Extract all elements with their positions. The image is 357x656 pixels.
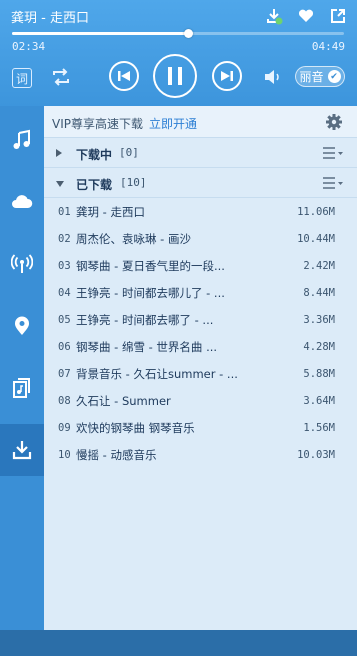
song-number: 09 [58,421,71,434]
song-name: 欢快的钢琴曲 钢琴音乐 [76,420,195,435]
collapse-arrow-icon [56,181,64,187]
song-size: 4.28M [303,340,335,353]
download-panel: VIP尊享高速下载 立即开通 下载中 [0] 已下载 [10] 01 龚玥 - 走… [44,106,357,630]
song-number: 02 [58,232,71,245]
song-size: 3.64M [303,394,335,407]
bottom-bar [0,630,357,656]
song-number: 10 [58,448,71,461]
song-row[interactable]: 06 钢琴曲 - 绵雪 - 世界名曲 ... 4.28M [44,333,357,360]
section-label: 下载中 [76,148,113,162]
sidebar-item-music[interactable] [0,114,44,166]
song-size: 8.44M [303,286,335,299]
song-row[interactable]: 07 背景音乐 - 久石让summer - ... 5.88M [44,360,357,387]
song-row[interactable]: 01 龚玥 - 走西口 11.06M [44,198,357,225]
player-header: 龚玥 - 走西口 02:34 04:49 词 丽音 ✔ [0,0,357,106]
song-number: 06 [58,340,71,353]
song-size: 3.36M [303,313,335,326]
song-row[interactable]: 08 久石让 - Summer 3.64M [44,387,357,414]
next-button[interactable] [212,61,242,91]
song-row[interactable]: 03 钢琴曲 - 夏日香气里的一段... 2.42M [44,252,357,279]
song-name: 慢摇 - 动感音乐 [76,447,157,462]
song-number: 01 [58,205,71,218]
sidebar-item-location[interactable] [0,300,44,352]
song-row[interactable]: 02 周杰伦、袁咏琳 - 画沙 10.44M [44,225,357,252]
section-downloading[interactable]: 下载中 [0] [44,138,357,168]
song-name: 周杰伦、袁咏琳 - 画沙 [76,231,191,246]
share-icon[interactable] [329,7,347,25]
download-icon[interactable] [265,7,283,25]
progress-fill [12,32,188,35]
song-name: 王铮亮 - 时间都去哪儿了 - ... [76,285,225,300]
song-name: 王铮亮 - 时间都去哪了 - ... [76,312,214,327]
song-name: 钢琴曲 - 夏日香气里的一段... [76,258,225,273]
song-name: 龚玥 - 走西口 [76,204,145,219]
list-menu-icon[interactable] [323,147,343,159]
song-row[interactable]: 10 慢摇 - 动感音乐 10.03M [44,441,357,468]
section-count: [10] [120,176,147,189]
heart-icon[interactable] [297,7,315,25]
song-number: 08 [58,394,71,407]
section-downloaded[interactable]: 已下载 [10] [44,168,357,198]
playlist-icon [13,378,30,398]
lyrics-button[interactable]: 词 [12,68,32,88]
song-number: 07 [58,367,71,380]
repeat-mode-icon[interactable] [50,66,72,88]
pause-icon [168,67,182,85]
sidebar-item-playlist[interactable] [0,362,44,414]
location-pin-icon [15,316,29,335]
song-list: 01 龚玥 - 走西口 11.06M 02 周杰伦、袁咏琳 - 画沙 10.44M 03 钢琴… [44,198,357,468]
gear-icon[interactable] [325,113,343,131]
song-number: 03 [58,259,71,272]
song-row[interactable]: 05 王铮亮 - 时间都去哪了 - ... 3.36M [44,306,357,333]
quality-label: 丽音 [299,70,324,84]
song-number: 05 [58,313,71,326]
progress-knob[interactable] [183,29,193,38]
song-name: 背景音乐 - 久石让summer - ... [76,366,238,381]
song-title: 龚玥 - 走西口 [11,11,89,26]
list-menu-icon[interactable] [323,177,343,189]
volume-icon[interactable] [263,68,283,86]
section-count: [0] [119,146,139,159]
sidebar-item-cloud[interactable] [0,176,44,228]
music-note-icon [13,129,30,149]
song-size: 1.56M [303,421,335,434]
section-label: 已下载 [76,178,113,192]
vip-bar: VIP尊享高速下载 立即开通 [44,106,357,138]
previous-button[interactable] [109,61,139,91]
top-icons [265,7,347,25]
vip-open-link[interactable]: 立即开通 [149,115,197,132]
download-tray-icon [12,441,32,460]
song-size: 5.88M [303,367,335,380]
current-time: 02:34 [12,40,46,53]
song-size: 2.42M [303,259,335,272]
sidebar [0,106,44,630]
expand-arrow-icon [56,149,62,157]
pause-button[interactable] [153,54,197,98]
sidebar-item-radio[interactable] [0,238,44,290]
duration: 04:49 [311,40,345,53]
song-size: 11.06M [297,205,335,218]
vip-text: VIP尊享高速下载 [52,117,143,131]
progress-bar[interactable] [12,29,344,38]
previous-icon [118,71,130,81]
song-row[interactable]: 04 王铮亮 - 时间都去哪儿了 - ... 8.44M [44,279,357,306]
song-size: 10.44M [297,232,335,245]
song-number: 04 [58,286,71,299]
next-icon [221,71,233,81]
check-icon: ✔ [327,70,341,83]
song-row[interactable]: 09 欢快的钢琴曲 钢琴音乐 1.56M [44,414,357,441]
song-size: 10.03M [297,448,335,461]
song-name: 钢琴曲 - 绵雪 - 世界名曲 ... [76,339,218,354]
radio-icon [11,254,33,273]
cloud-icon [12,195,33,208]
sound-quality-button[interactable]: 丽音 ✔ [295,66,345,87]
song-name: 久石让 - Summer [76,393,171,408]
sidebar-item-downloads[interactable] [0,424,44,476]
